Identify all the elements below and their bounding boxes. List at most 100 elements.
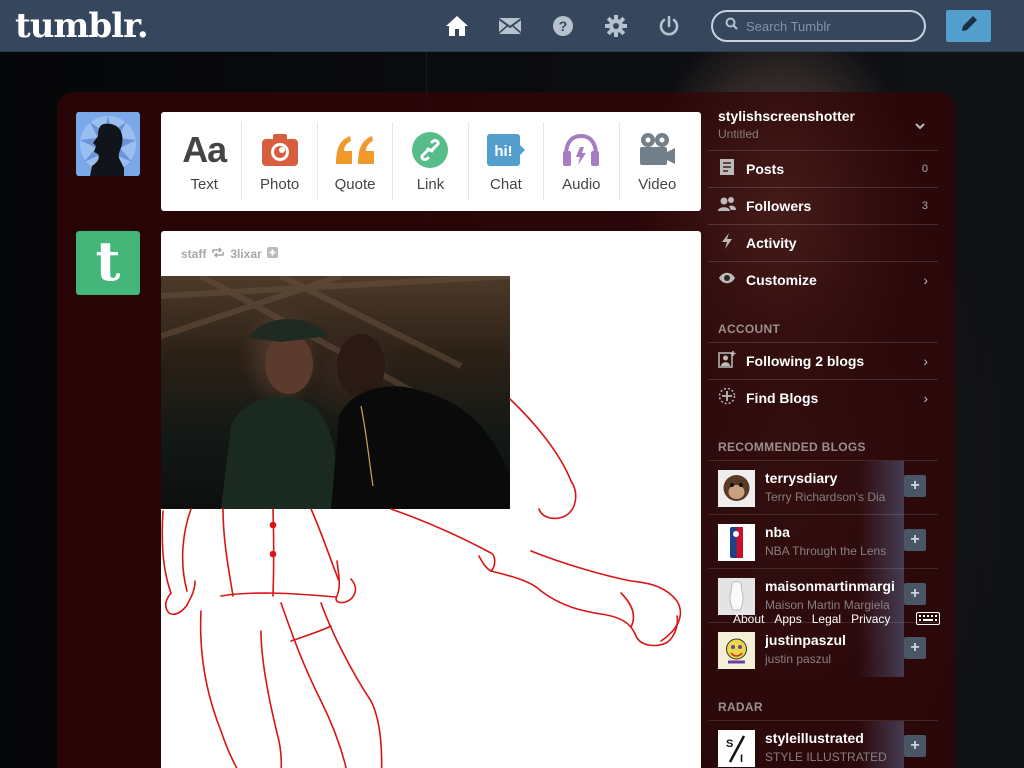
follow-button[interactable]: + <box>904 475 926 497</box>
plus-icon: + <box>910 737 920 754</box>
text-icon: Aa <box>182 129 227 170</box>
post-type-label: Photo <box>260 176 300 193</box>
post-type-chat[interactable]: hi! Chat <box>469 122 545 200</box>
sidebar-item-posts[interactable]: Posts 0 <box>708 150 938 187</box>
sidebar-item-customize[interactable]: Customize › <box>708 261 938 298</box>
blog-name: styleillustrated <box>765 730 864 746</box>
footer-link-apps[interactable]: Apps <box>774 612 801 626</box>
chevron-right-icon: › <box>923 353 928 369</box>
blog-name: nba <box>765 524 790 540</box>
post-type-video[interactable]: Video <box>620 122 695 200</box>
recommended-blog[interactable]: justinpaszul justin paszul + <box>708 622 938 677</box>
add-user-icon <box>718 350 736 373</box>
eye-icon <box>718 271 736 290</box>
sidebar-item-label: Find Blogs <box>746 390 819 406</box>
sidebar-item-activity[interactable]: Activity <box>708 224 938 261</box>
dashboard-post: staff 3lixar <box>161 231 701 768</box>
camera-icon <box>261 130 299 170</box>
follow-button[interactable]: + <box>904 735 926 757</box>
plus-icon: + <box>910 639 920 656</box>
post-type-audio[interactable]: Audio <box>544 122 620 200</box>
post-type-label: Video <box>638 176 677 193</box>
radar-blog[interactable]: SI styleillustrated STYLE ILLUSTRATED + <box>708 720 938 768</box>
recommended-blog[interactable]: nba NBA Through the Lens + <box>708 514 938 569</box>
sidebar-item-followers[interactable]: Followers 3 <box>708 187 938 224</box>
post-type-link[interactable]: Link <box>393 122 469 200</box>
recommended-blog[interactable]: terrysdiary Terry Richardson's Dia + <box>708 460 938 515</box>
post-type-quote[interactable]: Quote <box>318 122 394 200</box>
blog-thumbnail <box>718 632 755 669</box>
recommended-section-title: RECOMMENDED BLOGS <box>718 440 866 454</box>
follow-button[interactable]: + <box>904 637 926 659</box>
svg-text:t: t <box>96 236 121 286</box>
footer-link-privacy[interactable]: Privacy <box>851 612 890 626</box>
post-type-label: Chat <box>490 176 522 193</box>
post-type-photo[interactable]: Photo <box>242 122 318 200</box>
blog-subtitle: NBA Through the Lens <box>765 544 887 558</box>
sidebar-item-label: Following 2 blogs <box>746 353 865 369</box>
svg-text:S: S <box>726 738 733 750</box>
chevron-down-icon[interactable] <box>914 118 926 136</box>
sidebar-item-label: Followers <box>746 198 812 214</box>
plus-icon: + <box>910 477 920 494</box>
blog-name: justinpaszul <box>765 632 846 648</box>
help-icon[interactable]: ? <box>550 13 576 39</box>
svg-text:?: ? <box>559 18 568 34</box>
footer-link-legal[interactable]: Legal <box>812 612 841 626</box>
footer-link-about[interactable]: About <box>733 612 764 626</box>
blog-thumbnail <box>718 470 755 507</box>
posts-count: 0 <box>921 163 928 175</box>
tumblr-logo[interactable]: tumblr. <box>15 6 149 46</box>
link-icon <box>412 130 449 170</box>
sidebar-item-label: Posts <box>746 161 785 177</box>
mail-icon[interactable] <box>497 13 523 39</box>
followers-icon <box>718 196 736 217</box>
top-nav-bar: tumblr. ? <box>0 0 1024 52</box>
post-type-label: Text <box>190 176 218 193</box>
post-type-text[interactable]: Aa Text <box>167 122 243 200</box>
sidebar-item-find-blogs[interactable]: Find Blogs › <box>708 379 938 416</box>
search-input[interactable] <box>746 18 916 34</box>
plus-icon: + <box>910 585 920 602</box>
blog-subtitle: Untitled <box>718 127 759 141</box>
pencil-icon <box>959 14 979 39</box>
follow-button[interactable]: + <box>904 583 926 605</box>
compose-button[interactable] <box>946 10 991 42</box>
footer-links: About Apps Legal Privacy <box>733 612 890 626</box>
keyboard-icon[interactable] <box>916 612 940 630</box>
video-camera-icon <box>638 130 676 170</box>
search-icon <box>725 17 738 35</box>
search-box[interactable] <box>711 10 926 42</box>
headphones-icon <box>561 130 601 170</box>
user-avatar[interactable] <box>76 112 140 176</box>
post-type-label: Quote <box>334 176 376 193</box>
follow-button[interactable]: + <box>904 529 926 551</box>
chevron-right-icon: › <box>923 390 928 406</box>
lightning-icon <box>718 232 736 255</box>
blog-subtitle: justin paszul <box>765 652 832 666</box>
radar-section-title: RADAR <box>718 700 763 714</box>
compass-icon <box>718 387 736 410</box>
blog-subtitle: STYLE ILLUSTRATED <box>765 750 887 764</box>
sidebar-item-label: Customize <box>746 272 817 288</box>
plus-icon: + <box>910 531 920 548</box>
blog-name: stylishscreenshotter <box>718 108 855 124</box>
svg-text:hi!: hi! <box>494 143 512 160</box>
post-type-label: Audio <box>562 176 601 193</box>
post-type-label: Link <box>416 176 445 193</box>
power-icon[interactable] <box>656 13 682 39</box>
sidebar-item-label: Activity <box>746 235 797 251</box>
staff-avatar[interactable]: t <box>76 231 140 295</box>
home-icon[interactable] <box>444 13 470 39</box>
post-type-bar: Aa Text Photo Quote Link hi! Chat Audio <box>161 112 701 211</box>
account-section-title: ACCOUNT <box>718 322 781 336</box>
blog-thumbnail <box>718 524 755 561</box>
chevron-right-icon: › <box>923 272 928 288</box>
sidebar-item-following[interactable]: Following 2 blogs › <box>708 342 938 379</box>
svg-text:I: I <box>740 753 743 765</box>
blog-thumbnail <box>718 578 755 615</box>
gear-icon[interactable] <box>603 13 629 39</box>
blog-name: maisonmartinmargi <box>765 578 895 594</box>
blog-thumbnail: SI <box>718 730 755 767</box>
blog-subtitle: Terry Richardson's Dia <box>765 490 886 504</box>
